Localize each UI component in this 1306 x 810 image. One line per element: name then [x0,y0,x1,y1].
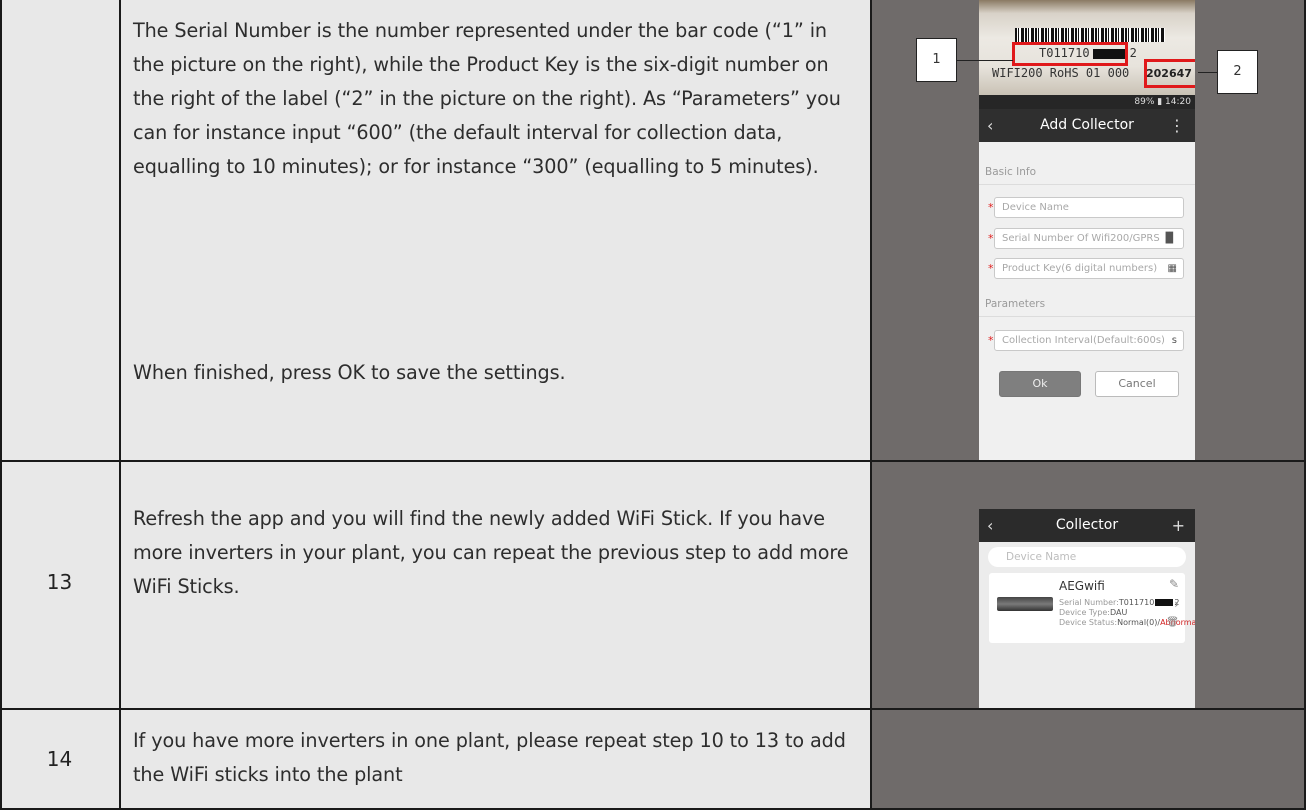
app-header: ‹ Add Collector ⋮ [979,109,1195,142]
product-key-highlight-box [1144,59,1195,88]
delete-icon[interactable]: 🗑 [1166,617,1179,628]
required-marker: * [988,334,994,347]
app-header: ‹ Collector + [979,509,1195,542]
chevron-right-icon[interactable]: › [1174,597,1179,611]
product-key-input[interactable]: * Product Key(6 digital numbers) ▦ [988,258,1184,279]
ok-button[interactable]: Ok [999,371,1081,397]
instruction-text: If you have more inverters in one plant,… [133,729,846,786]
table-border [0,0,2,810]
device-name-input[interactable]: * Device Name [988,197,1184,218]
device-name: AEGwifi [1059,579,1105,593]
required-marker: * [988,232,994,245]
step-number-cell-13: 13 [0,462,119,708]
page-title: Collector [1055,517,1119,533]
serial-number-input[interactable]: * Serial Number Of Wifi200/GPRS ▐▌ [988,228,1184,249]
more-options-icon[interactable]: ⋮ [1169,109,1185,142]
barcode-scan-icon[interactable]: ▐▌ [1162,229,1177,248]
device-serial: Serial Number:T011710 2 [1059,598,1180,607]
table-border [0,460,1306,462]
interval-unit: s [1171,335,1177,346]
collector-screenshot: ‹ Collector + Device Name AEGwifi Serial… [979,509,1195,708]
add-collector-form: Basic Info * Device Name * Serial Number… [979,142,1195,460]
callout-2-connector [1198,72,1218,73]
table-border [0,708,1306,710]
instruction-cell-1: The Serial Number is the number represen… [121,0,870,460]
table-border [870,0,872,810]
callout-2: 2 [1217,50,1258,94]
section-parameters: Parameters [985,298,1046,310]
back-arrow-icon[interactable]: ‹ [987,109,993,142]
instruction-cell-14: If you have more inverters in one plant,… [121,710,870,810]
table-border [119,0,121,810]
section-basic-info: Basic Info [985,166,1037,178]
image-cell-14 [872,710,1306,810]
step-number-cell-14: 14 [0,710,119,810]
label-model-text: WIFI200 RoHS 01 000 [992,66,1130,80]
callout-1-connector [957,60,1013,61]
edit-icon[interactable]: ✎ [1169,577,1179,591]
instruction-text: Refresh the app and you will find the ne… [133,507,849,598]
cancel-button[interactable]: Cancel [1095,371,1179,397]
instruction-text: The Serial Number is the number represen… [133,19,841,178]
search-input[interactable]: Device Name [988,547,1186,567]
status-bar: 89% ▮ 14:20 [979,95,1195,109]
instruction-text: When finished, press OK to save the sett… [133,361,566,384]
device-type: Device Type:DAU [1059,608,1128,617]
required-marker: * [988,262,994,275]
required-marker: * [988,201,994,214]
add-icon[interactable]: + [1172,509,1185,542]
instruction-cell-13: Refresh the app and you will find the ne… [121,462,870,708]
back-arrow-icon[interactable]: ‹ [987,509,993,542]
qr-scan-icon[interactable]: ▦ [1168,259,1177,278]
page-title: Add Collector [1040,117,1134,133]
callout-1: 1 [916,38,957,82]
step-number: 13 [46,570,73,594]
serial-highlight-box [1012,42,1128,66]
device-card[interactable]: AEGwifi Serial Number:T011710 2 Device Ty… [989,573,1195,643]
wifi-stick-image [997,597,1053,611]
step-number-cell-1 [0,0,119,460]
add-collector-screenshot: T011710 2 WIFI200 RoHS 01 000 202647 89% … [979,0,1195,460]
collection-interval-input[interactable]: * Collection Interval(Default:600s) s [988,330,1184,351]
step-number: 14 [46,747,73,771]
barcode [1015,28,1165,42]
